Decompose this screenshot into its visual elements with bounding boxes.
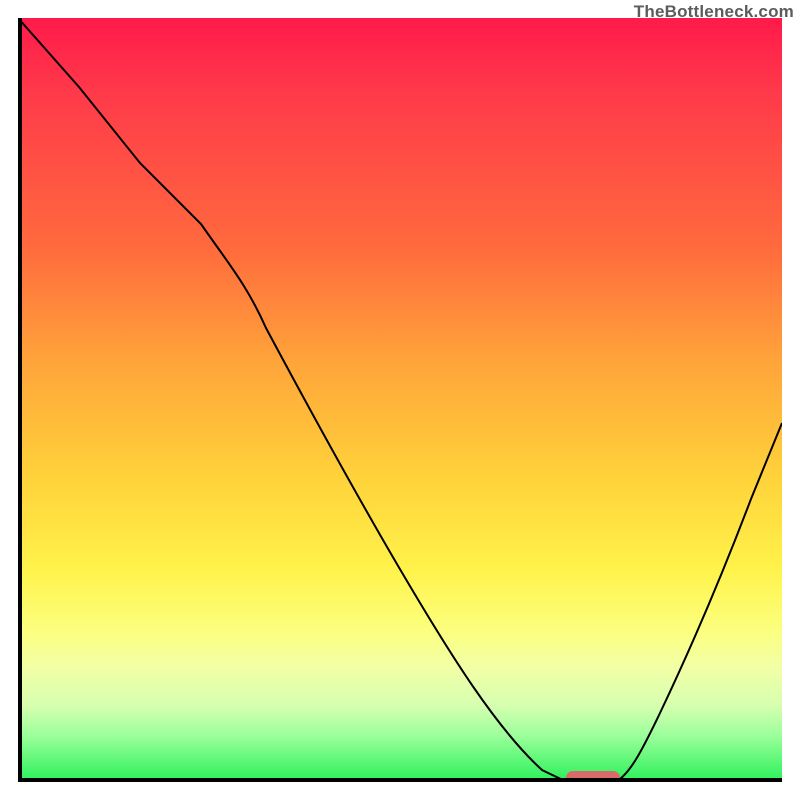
chart-canvas: TheBottleneck.com: [0, 0, 800, 800]
curve-layer: [18, 18, 782, 782]
watermark-text: TheBottleneck.com: [634, 2, 794, 22]
optimal-marker: [566, 771, 620, 782]
bottleneck-curve: [18, 18, 782, 782]
plot-area: [18, 18, 782, 782]
